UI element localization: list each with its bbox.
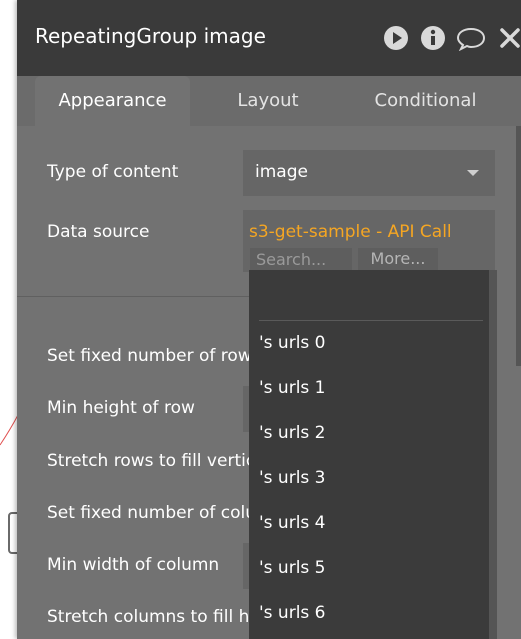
type-of-content-select[interactable]: image bbox=[243, 150, 495, 196]
more-button[interactable]: More... bbox=[358, 248, 438, 270]
stretch-rows-label: Stretch rows to fill vertic bbox=[47, 451, 256, 471]
stretch-columns-label: Stretch columns to fill ho bbox=[47, 607, 260, 627]
data-source-field[interactable]: s3-get-sample - API Call More... bbox=[243, 210, 495, 272]
fixed-columns-label: Set fixed number of colu bbox=[47, 503, 257, 523]
section-divider bbox=[17, 296, 249, 297]
data-source-label: Data source bbox=[47, 222, 150, 242]
dropdown-item[interactable]: 's urls 3 bbox=[259, 463, 326, 493]
tab-bar: Appearance Layout Conditional bbox=[17, 76, 521, 126]
dropdown-item[interactable]: 's urls 5 bbox=[259, 553, 326, 583]
min-height-row-label: Min height of row bbox=[47, 398, 195, 418]
info-icon[interactable] bbox=[420, 25, 446, 51]
search-input[interactable] bbox=[250, 248, 352, 270]
panel-title: RepeatingGroup image bbox=[35, 24, 266, 48]
data-source-expression[interactable]: s3-get-sample - API Call bbox=[249, 222, 452, 242]
play-icon[interactable] bbox=[383, 25, 409, 51]
tab-conditional[interactable]: Conditional bbox=[353, 76, 498, 126]
panel-scrollbar[interactable] bbox=[516, 126, 521, 366]
dropdown-item[interactable]: 's urls 2 bbox=[259, 418, 326, 448]
dropdown-arrow-icon bbox=[467, 170, 479, 176]
dropdown-scrollbar[interactable] bbox=[489, 270, 497, 639]
dropdown-item[interactable]: 's urls 1 bbox=[259, 373, 326, 403]
data-source-dropdown: 's urls 0 's urls 1 's urls 2 's urls 3 … bbox=[249, 270, 497, 639]
min-width-column-label: Min width of column bbox=[47, 555, 220, 575]
type-of-content-label: Type of content bbox=[47, 162, 179, 182]
tab-appearance[interactable]: Appearance bbox=[35, 76, 190, 126]
tab-layout[interactable]: Layout bbox=[207, 76, 329, 126]
comment-icon[interactable] bbox=[456, 25, 486, 51]
fixed-rows-label: Set fixed number of row bbox=[47, 346, 252, 366]
close-icon[interactable] bbox=[497, 25, 521, 51]
type-of-content-value: image bbox=[255, 162, 308, 182]
dropdown-item[interactable]: 's urls 4 bbox=[259, 508, 326, 538]
dropdown-item[interactable]: 's urls 0 bbox=[259, 328, 326, 358]
dropdown-separator bbox=[259, 320, 483, 321]
dropdown-item[interactable]: 's urls 6 bbox=[259, 598, 326, 628]
panel-titlebar[interactable]: RepeatingGroup image bbox=[17, 0, 521, 76]
property-editor-panel: RepeatingGroup image Appearance Layout C… bbox=[17, 0, 521, 639]
